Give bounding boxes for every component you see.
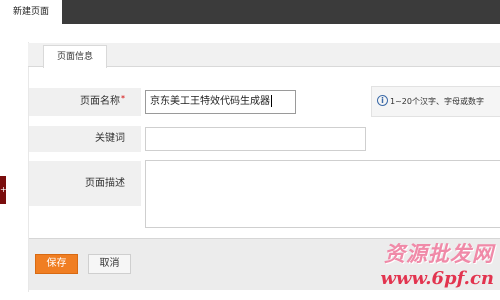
side-expand-tab[interactable]: +: [0, 176, 6, 204]
page-name-input[interactable]: 京东美工王特效代码生成器: [145, 90, 296, 114]
page-name-value: 京东美工王特效代码生成器: [150, 96, 270, 107]
tab-page-info[interactable]: 页面信息: [43, 45, 107, 68]
keywords-input[interactable]: [145, 127, 366, 151]
top-tab-bar: [0, 0, 500, 24]
text-caret: [271, 95, 272, 107]
description-label: 页面描述: [29, 161, 141, 206]
tab-new-page[interactable]: 新建页面: [0, 0, 62, 24]
cancel-button[interactable]: 取消: [88, 254, 131, 274]
page-name-hint: i 1~20个汉字、字母或数字: [371, 86, 500, 117]
description-textarea[interactable]: [145, 160, 500, 228]
required-asterisk: *: [121, 94, 125, 103]
page-name-label: 页面名称*: [29, 88, 141, 116]
keywords-label: 关键词: [29, 126, 141, 152]
page-name-label-text: 页面名称: [80, 96, 120, 107]
info-circle-icon: i: [377, 95, 388, 106]
save-button[interactable]: 保存: [35, 254, 78, 274]
page-name-hint-text: 1~20个汉字、字母或数字: [390, 97, 484, 106]
